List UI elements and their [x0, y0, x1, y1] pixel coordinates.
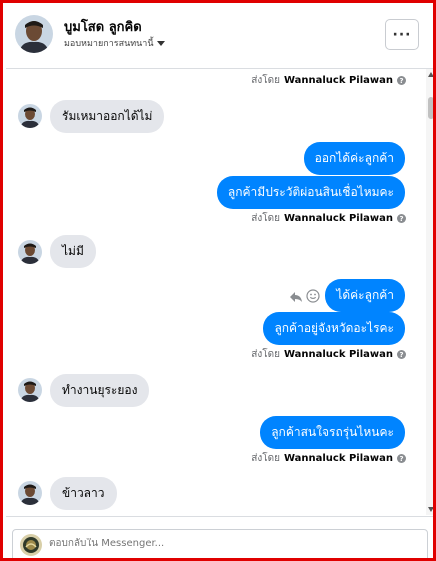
scrollbar-thumb[interactable] — [428, 97, 433, 119]
contact-avatar-small[interactable] — [18, 240, 42, 264]
sender-name: Wannaluck Pilawan — [283, 75, 393, 86]
sender-name: Wannaluck Pilawan — [283, 349, 393, 360]
sent-by-line: ส่งโดย Wannaluck Pilawan ? — [251, 347, 406, 362]
outgoing-message[interactable]: ออกได้ค่ะลูกค้า — [303, 142, 405, 175]
outgoing-message[interactable]: ลูกค้าอยู่จังหวัดอะไรคะ — [263, 312, 405, 345]
sent-by-line: ส่งโดย Wannaluck Pilawan ? — [251, 451, 406, 466]
thread-scrollbar[interactable] — [426, 69, 433, 515]
sent-by-prefix: ส่งโดย — [251, 349, 280, 360]
sent-by-prefix: ส่งโดย — [251, 213, 280, 224]
outgoing-message[interactable]: ได้ค่ะลูกค้า — [325, 279, 405, 312]
incoming-message[interactable]: ไม่มี — [50, 235, 96, 268]
info-icon[interactable]: ? — [397, 214, 406, 223]
message-input[interactable] — [49, 538, 409, 549]
caret-down-icon — [156, 40, 165, 46]
info-icon[interactable]: ? — [397, 350, 406, 359]
sent-by-line: ส่งโดย Wannaluck Pilawan ? — [251, 73, 406, 88]
sender-name: Wannaluck Pilawan — [283, 213, 393, 224]
contact-name[interactable]: บูมโสด ลูกคิด — [64, 16, 142, 37]
reply-icon[interactable] — [289, 288, 303, 307]
sender-name: Wannaluck Pilawan — [283, 453, 393, 464]
contact-avatar[interactable] — [15, 15, 53, 53]
contact-avatar-small[interactable] — [18, 481, 42, 505]
sent-by-prefix: ส่งโดย — [251, 453, 280, 464]
more-options-button[interactable]: ··· — [385, 19, 419, 50]
page-avatar — [20, 534, 42, 556]
assign-conversation-label: มอบหมายการสนทนานี้ — [64, 39, 154, 49]
sent-by-line: ส่งโดย Wannaluck Pilawan ? — [251, 211, 406, 226]
smiley-icon[interactable] — [306, 288, 320, 307]
message-actions — [289, 288, 320, 307]
incoming-message[interactable]: รัมเหมาออกได้ไม่ — [50, 100, 165, 133]
outgoing-message[interactable]: ลูกค้ามีประวัติผ่อนสินเชื่อไหมคะ — [216, 176, 405, 209]
reply-composer[interactable] — [12, 529, 428, 558]
scroll-up-icon[interactable] — [428, 72, 433, 77]
composer-bar — [6, 516, 433, 558]
info-icon[interactable]: ? — [397, 76, 406, 85]
message-thread: ส่งโดย Wannaluck Pilawan ? รัมเหมาออกได้… — [6, 69, 426, 515]
conversation-header: บูมโสด ลูกคิด มอบหมายการสนทนานี้ ··· — [6, 6, 433, 69]
incoming-message[interactable]: ทำงานยุระยอง — [50, 374, 150, 407]
contact-avatar-small[interactable] — [18, 378, 42, 402]
outgoing-message[interactable]: ลูกค้าสนใจรถรุ่นไหนคะ — [260, 416, 405, 449]
scroll-down-icon[interactable] — [428, 507, 433, 512]
messenger-window: บูมโสด ลูกคิด มอบหมายการสนทนานี้ ··· ส่ง… — [0, 0, 436, 561]
contact-avatar-small[interactable] — [18, 104, 42, 128]
info-icon[interactable]: ? — [397, 454, 406, 463]
assign-conversation-menu[interactable]: มอบหมายการสนทนานี้ — [64, 36, 165, 50]
sent-by-prefix: ส่งโดย — [251, 75, 280, 86]
incoming-message[interactable]: ข้าวลาว — [50, 477, 117, 510]
